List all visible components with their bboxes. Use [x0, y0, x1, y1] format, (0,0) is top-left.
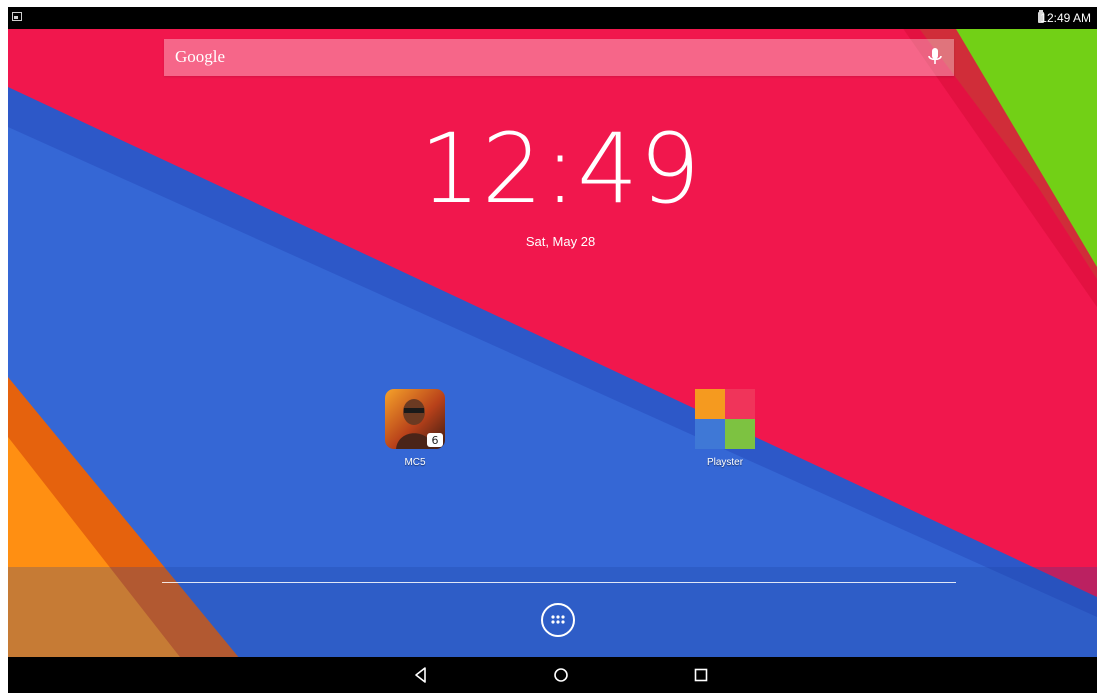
app-drawer-icon[interactable]: [540, 602, 576, 638]
google-search-bar[interactable]: Google: [164, 39, 954, 76]
clock-time[interactable]: 12:49: [8, 114, 1097, 224]
google-logo: Google: [175, 47, 226, 66]
app-label-playster: Playster: [706, 457, 744, 468]
wallpaper: [8, 7, 1097, 693]
app-playster[interactable]: Playster: [685, 388, 765, 469]
app-mc5[interactable]: 6 MC5: [375, 388, 455, 469]
app-label-mc5: MC5: [404, 457, 426, 468]
playster-app-icon: [695, 389, 755, 449]
navigation-bar: [8, 657, 1097, 693]
screenshot-icon: [12, 12, 22, 21]
svg-text:6: 6: [432, 434, 439, 447]
home-screen: 12:49 AM Google 12:49 Sat, May 28 6 MC5 …: [8, 7, 1097, 693]
mic-icon[interactable]: [924, 45, 946, 69]
home-icon[interactable]: [552, 666, 570, 684]
device-frame: 12:49 AM Google 12:49 Sat, May 28 6 MC5 …: [0, 0, 1105, 693]
status-bar: 12:49 AM: [8, 7, 1097, 29]
recents-icon[interactable]: [692, 666, 710, 684]
dock-divider: [162, 582, 956, 583]
status-time: 12:49 AM: [1040, 11, 1091, 25]
mc5-app-icon: 6: [385, 389, 445, 449]
clock-date[interactable]: Sat, May 28: [8, 234, 1097, 250]
back-icon[interactable]: [412, 666, 430, 684]
